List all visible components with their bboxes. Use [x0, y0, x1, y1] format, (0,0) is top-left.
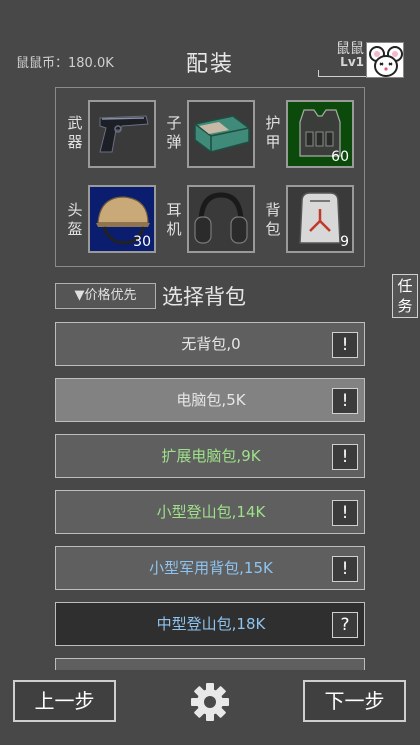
bag-option-label: 小型军用背包,15K	[149, 559, 273, 577]
slot-helmet[interactable]: 30	[88, 185, 156, 253]
bag-option-label: 扩展电脑包,9K	[161, 447, 261, 465]
settings-button[interactable]	[188, 680, 232, 724]
armor-durability: 60	[331, 149, 349, 165]
slot-label-headset: 耳机	[166, 201, 182, 238]
slot-label-helmet: 头盔	[67, 201, 83, 238]
bag-option-label: 电脑包,5K	[176, 391, 246, 409]
bag-info-button[interactable]: !	[332, 500, 358, 526]
slot-label-ammo: 子弹	[166, 114, 182, 151]
bag-option-small-military[interactable]: 小型军用背包,15K !	[55, 546, 365, 590]
task-button[interactable]: 任务	[392, 274, 418, 318]
ammo-box-icon	[194, 115, 250, 153]
gear-icon	[191, 683, 229, 721]
bag-option-label: 无背包,0	[181, 335, 241, 353]
bag-info-button[interactable]: !	[332, 388, 358, 414]
prev-step-button[interactable]: 上一步	[13, 680, 116, 722]
bag-option-label: 中型登山包,18K	[156, 615, 266, 633]
slot-ammo[interactable]	[187, 100, 255, 168]
bag-option-extended-laptop[interactable]: 扩展电脑包,9K !	[55, 434, 365, 478]
slot-label-backpack: 背包	[265, 201, 281, 238]
avatar[interactable]	[366, 42, 404, 78]
backpack-capacity: 9	[340, 234, 349, 250]
bag-option-label: 小型登山包,14K	[156, 503, 266, 521]
slot-label-weapon: 武器	[67, 114, 83, 151]
slot-label-armor: 护甲	[265, 114, 281, 151]
bag-info-button[interactable]: ?	[332, 612, 358, 638]
bag-option-laptop[interactable]: 电脑包,5K !	[55, 378, 365, 422]
xp-bar	[318, 70, 366, 77]
slot-headset[interactable]	[187, 185, 255, 253]
mouse-avatar-icon	[369, 46, 403, 77]
bag-option-medium-hiking[interactable]: 中型登山包,18K ?	[55, 602, 365, 646]
bag-option-partial[interactable]	[55, 658, 365, 670]
bag-list[interactable]: 无背包,0 ! 电脑包,5K ! 扩展电脑包,9K ! 小型登山包,14K ! …	[0, 320, 420, 670]
sort-price-button[interactable]: ▼价格优先	[55, 283, 156, 309]
slot-weapon[interactable]	[88, 100, 156, 168]
slot-backpack[interactable]: 9	[286, 185, 354, 253]
task-button-label: 任务	[397, 277, 413, 315]
player-level: Lv1	[340, 55, 364, 69]
bag-info-button[interactable]: !	[332, 332, 358, 358]
bag-option-none[interactable]: 无背包,0 !	[55, 322, 365, 366]
pistol-icon	[99, 115, 149, 153]
bag-option-small-hiking[interactable]: 小型登山包,14K !	[55, 490, 365, 534]
slot-armor[interactable]: 60	[286, 100, 354, 168]
bag-info-button[interactable]: !	[332, 556, 358, 582]
headset-icon	[194, 192, 248, 244]
bag-info-button[interactable]: !	[332, 444, 358, 470]
section-title: 选择背包	[162, 285, 246, 309]
helmet-durability: 30	[133, 234, 151, 250]
next-step-button[interactable]: 下一步	[303, 680, 406, 722]
